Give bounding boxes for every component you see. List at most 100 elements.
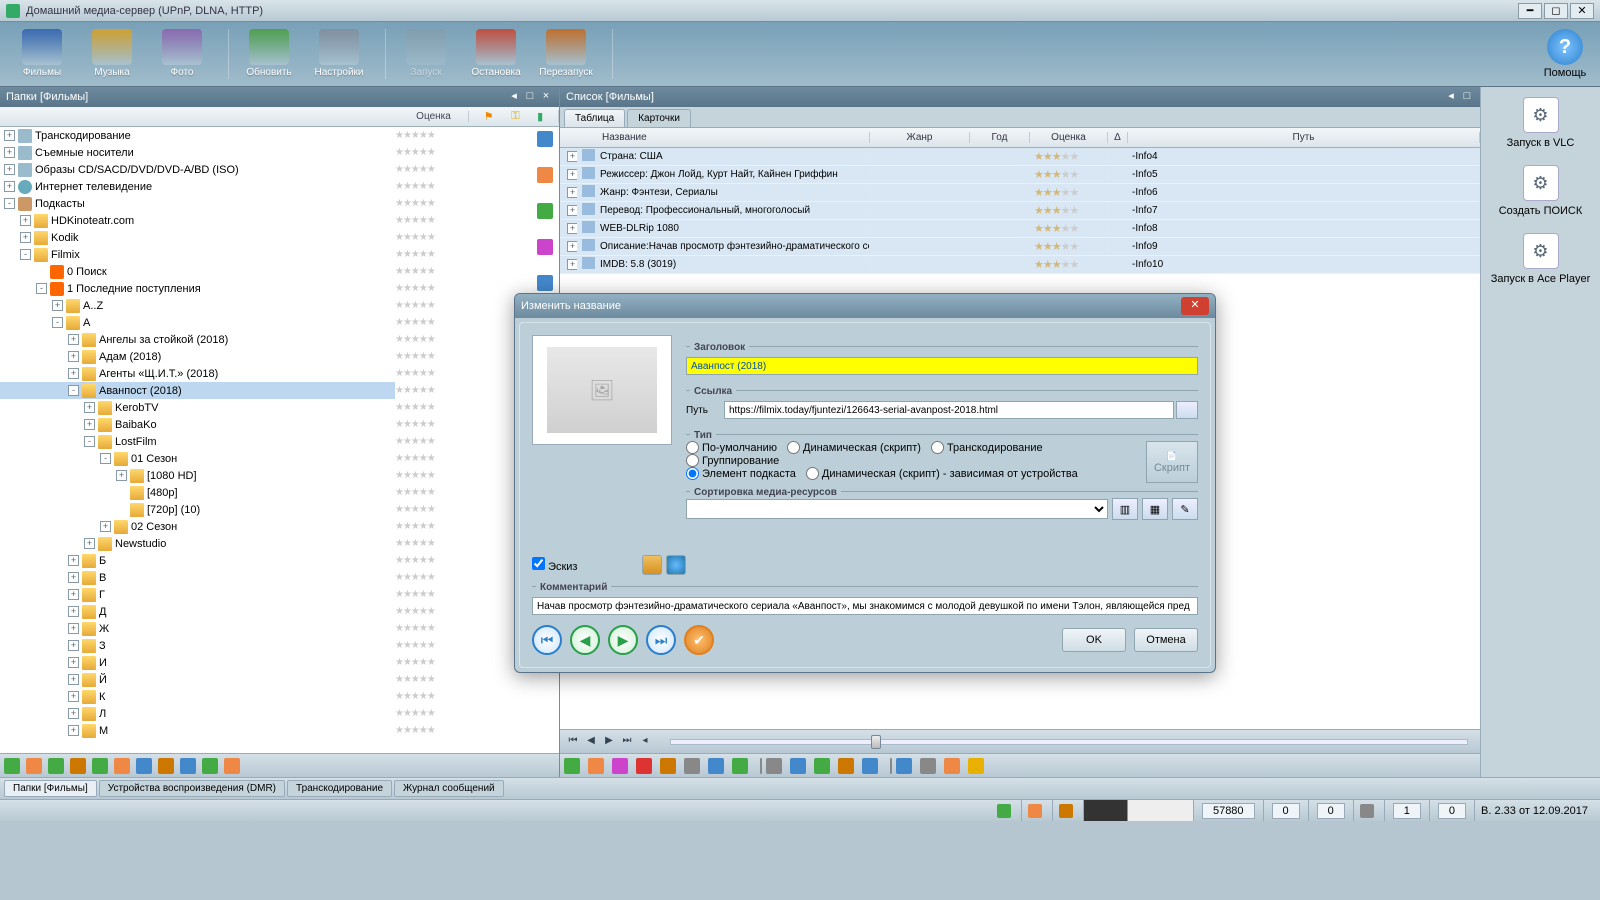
tree-item[interactable]: -1 Последние поступления [0, 280, 395, 297]
expand-icon[interactable]: + [20, 232, 31, 243]
tool-icon[interactable] [136, 758, 152, 774]
type-podcast-radio[interactable]: Элемент подкаста [686, 467, 796, 480]
nav-next-button[interactable]: ▶ [608, 625, 638, 655]
expand-icon[interactable]: + [52, 300, 63, 311]
nav-first-button[interactable]: ⏮ [532, 625, 562, 655]
expand-icon[interactable]: + [68, 725, 79, 736]
scroll-track[interactable] [670, 739, 1468, 745]
expand-icon[interactable]: + [84, 419, 95, 430]
sort-select[interactable] [686, 499, 1108, 519]
expand-icon[interactable]: + [68, 657, 79, 668]
tree-item[interactable]: +Транскодирование [0, 127, 395, 144]
pane-close-icon[interactable]: × [539, 90, 553, 104]
action-icon[interactable] [920, 758, 936, 774]
type-transcode-radio[interactable]: Транскодирование [931, 441, 1043, 454]
expand-icon[interactable]: + [84, 538, 95, 549]
toolbar-Настройки[interactable]: Настройки [307, 29, 371, 79]
script-button[interactable]: 📄Скрипт [1146, 441, 1198, 483]
sort-btn1[interactable]: ▥ [1112, 498, 1138, 520]
tree-item[interactable]: +Съемные носители [0, 144, 395, 161]
toolbar-Перезапуск[interactable]: Перезапуск [534, 29, 598, 79]
tree-item[interactable]: +Интернет телевидение [0, 178, 395, 195]
pane-prev-icon[interactable]: ◂ [507, 90, 521, 104]
browse-button[interactable] [1176, 401, 1198, 419]
minimize-button[interactable]: ━ [1518, 3, 1542, 19]
expand-icon[interactable]: - [84, 436, 95, 447]
maximize-button[interactable]: ◻ [1544, 3, 1568, 19]
sort-btn3[interactable]: ✎ [1172, 498, 1198, 520]
expand-icon[interactable]: + [68, 589, 79, 600]
help-button[interactable]: ? Помощь [1540, 29, 1590, 79]
action-icon[interactable] [944, 758, 960, 774]
path-input[interactable] [724, 401, 1174, 419]
imdb-icon[interactable] [968, 758, 984, 774]
action-icon[interactable] [588, 758, 604, 774]
grid-row[interactable]: +WEB-DLRip 1080★★★★★-Info8 [560, 220, 1480, 238]
tree-item[interactable]: +К [0, 688, 395, 705]
thumb-globe-icon[interactable] [666, 555, 686, 575]
toolbar-Музыка[interactable]: Музыка [80, 29, 144, 79]
tree-item[interactable]: +Б [0, 552, 395, 569]
cancel-button[interactable]: Отмена [1134, 628, 1198, 652]
strip-icon[interactable] [537, 167, 553, 183]
pane-prev-icon[interactable]: ◂ [1444, 90, 1458, 104]
tree-item[interactable]: +З [0, 637, 395, 654]
action-icon[interactable] [636, 758, 652, 774]
tree-item[interactable]: +В [0, 569, 395, 586]
chart-icon[interactable]: ▮ [537, 110, 543, 123]
nav-last-icon[interactable]: ⏭ [619, 735, 635, 749]
expand-icon[interactable]: + [100, 521, 111, 532]
tree-item[interactable]: +BaibaKo [0, 416, 395, 433]
tree-item[interactable]: -LostFilm [0, 433, 395, 450]
tree-item[interactable]: -Аванпост (2018) [0, 382, 395, 399]
action-icon[interactable] [766, 758, 782, 774]
side-action[interactable]: Запуск в Ace Player [1481, 233, 1600, 285]
toolbar-Фото[interactable]: Фото [150, 29, 214, 79]
expand-icon[interactable]: + [68, 640, 79, 651]
expand-icon[interactable]: + [68, 555, 79, 566]
action-icon[interactable] [862, 758, 878, 774]
bottom-tab[interactable]: Журнал сообщений [394, 780, 504, 797]
tree-item[interactable]: +A..Z [0, 297, 395, 314]
tree-item[interactable]: 0 Поиск [0, 263, 395, 280]
expand-icon[interactable]: - [100, 453, 111, 464]
side-action[interactable]: Создать ПОИСК [1481, 165, 1600, 217]
tool-icon[interactable] [70, 758, 86, 774]
tab-table[interactable]: Таблица [564, 109, 625, 127]
action-icon[interactable] [838, 758, 854, 774]
pane-pin-icon[interactable]: □ [523, 90, 537, 104]
tree-item[interactable]: +М [0, 722, 395, 739]
tool-icon[interactable] [224, 758, 240, 774]
grid-row[interactable]: +IMDB: 5.8 (3019)★★★★★-Info10 [560, 256, 1480, 274]
tree-item[interactable]: +Ж [0, 620, 395, 637]
bottom-tab[interactable]: Транскодирование [287, 780, 392, 797]
action-icon[interactable] [708, 758, 724, 774]
expand-icon[interactable]: + [4, 181, 15, 192]
scroll-thumb[interactable] [871, 735, 881, 749]
tool-icon[interactable] [202, 758, 218, 774]
ok-button[interactable]: OK [1062, 628, 1126, 652]
expand-icon[interactable]: + [68, 623, 79, 634]
sort-btn2[interactable]: ▦ [1142, 498, 1168, 520]
filter-icon[interactable]: ⚑ [484, 110, 494, 123]
expand-icon[interactable]: + [20, 215, 31, 226]
expand-icon[interactable]: - [52, 317, 63, 328]
tree-item[interactable]: +Образы CD/SACD/DVD/DVD-A/BD (ISO) [0, 161, 395, 178]
thumbnail-checkbox[interactable]: Эскиз [532, 557, 577, 573]
expand-icon[interactable]: + [68, 351, 79, 362]
action-icon[interactable] [564, 758, 580, 774]
tree-item[interactable]: -Filmix [0, 246, 395, 263]
tree-item[interactable]: +Д [0, 603, 395, 620]
tree-item[interactable]: +Агенты «Щ.И.Т.» (2018) [0, 365, 395, 382]
expand-icon[interactable]: + [4, 147, 15, 158]
dialog-close-button[interactable]: ✕ [1181, 297, 1209, 315]
type-group-radio[interactable]: Группирование [686, 454, 779, 467]
tab-cards[interactable]: Карточки [627, 109, 691, 127]
thumb-action-icon[interactable] [642, 555, 662, 575]
expand-icon[interactable]: + [4, 130, 15, 141]
type-default-radio[interactable]: По-умолчанию [686, 441, 777, 454]
expand-icon[interactable]: - [68, 385, 79, 396]
tool-icon[interactable] [180, 758, 196, 774]
tool-icon[interactable] [48, 758, 64, 774]
folder-tree[interactable]: +Транскодирование+Съемные носители+Образ… [0, 127, 559, 753]
